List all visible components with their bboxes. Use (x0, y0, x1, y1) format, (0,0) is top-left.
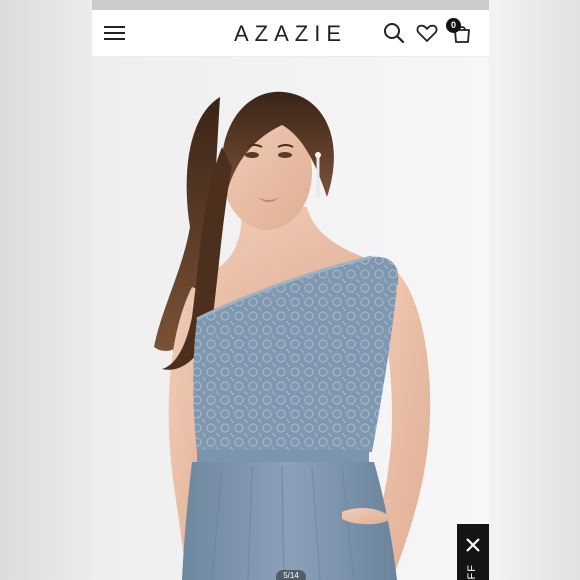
shopping-bag-icon[interactable]: 0 (446, 18, 474, 45)
product-photo[interactable] (92, 57, 489, 580)
phone-screen: AZAZIE 0 5/14 OFF (92, 0, 489, 580)
status-bar (92, 0, 489, 10)
search-icon[interactable] (382, 21, 406, 45)
gallery-page-indicator: 5/14 (276, 570, 306, 580)
right-margin (489, 0, 580, 580)
heart-icon[interactable] (415, 21, 439, 45)
dress-waistband (197, 450, 369, 464)
promo-label: OFF (466, 564, 478, 580)
left-margin (0, 0, 92, 580)
close-icon[interactable] (464, 536, 482, 554)
promo-tab[interactable]: OFF (457, 524, 489, 580)
cart-count-badge: 0 (446, 18, 461, 33)
site-header: AZAZIE 0 (92, 10, 489, 57)
